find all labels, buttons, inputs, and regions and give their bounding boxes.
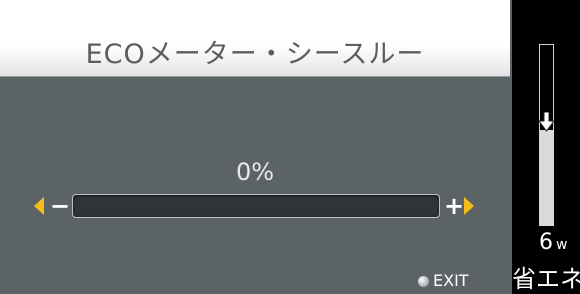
exit-button[interactable]: EXIT (418, 271, 469, 291)
title-bar: ECOメーター・シースルー (0, 0, 510, 77)
power-value: 6 (539, 230, 553, 255)
round-button-icon (418, 275, 429, 287)
power-unit: w (556, 237, 568, 253)
power-reading: 6w (539, 232, 567, 256)
decrease-button[interactable]: − (50, 193, 70, 219)
right-arrow-icon[interactable] (464, 197, 474, 215)
slider-track[interactable] (72, 194, 440, 218)
exit-label: EXIT (433, 271, 469, 290)
see-through-slider[interactable]: − + (32, 193, 486, 221)
increase-button[interactable]: + (444, 193, 464, 219)
slider-value: 0% (235, 158, 275, 186)
eco-meter-dialog: ECOメーター・シースルー 0% − + EXIT (0, 0, 512, 294)
power-meter-fill (539, 130, 554, 226)
dialog-title: ECOメーター・シースルー (85, 39, 425, 70)
left-arrow-icon[interactable] (34, 197, 44, 215)
eco-label: 省エネ (512, 265, 580, 293)
down-arrow-icon (538, 112, 555, 132)
